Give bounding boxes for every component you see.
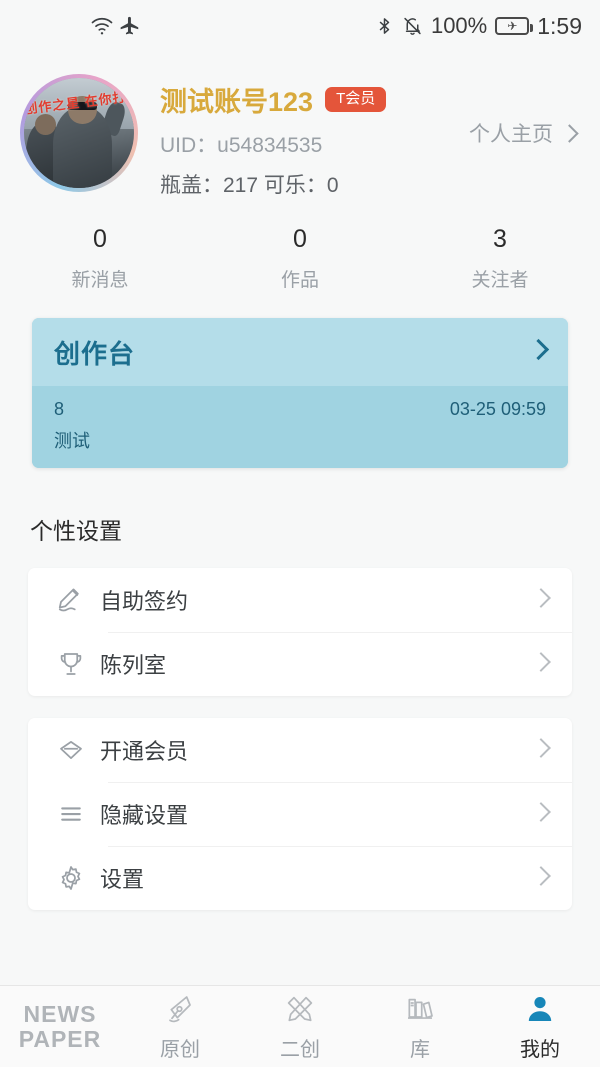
app-screen: 100% ✈ 1:59 创作之星 在你打王牌 测试账号123 T会员 UID：u… — [0, 0, 600, 1067]
stat-value: 0 — [93, 225, 107, 253]
creation-card-header: 创作台 — [32, 318, 568, 386]
tab-secondary-creation[interactable]: 二创 — [240, 992, 360, 1062]
coins-label: 瓶盖：217 可乐：0 — [160, 174, 339, 197]
personal-homepage-label: 个人主页 — [469, 123, 553, 146]
chevron-right-icon — [531, 865, 551, 888]
stat-works[interactable]: 0 作品 — [200, 225, 400, 292]
avatar[interactable]: 创作之星 在你打王牌 — [20, 74, 138, 192]
chevron-right-icon — [527, 338, 550, 361]
creation-card-title: 创作台 — [54, 338, 136, 369]
tab-label: 我的 — [520, 1038, 560, 1061]
app-logo: NEWS PAPER — [0, 1002, 120, 1050]
creation-card-body: 8 测试 03-25 09:59 — [32, 386, 568, 468]
person-icon — [524, 992, 556, 1026]
tab-label: 原创 — [160, 1038, 200, 1061]
chevron-right-icon — [531, 737, 551, 760]
pen-nib-icon — [164, 992, 196, 1026]
stat-value: 3 — [493, 225, 507, 253]
creation-card-zone: 创作台 8 测试 03-25 09:59 — [0, 318, 600, 468]
settings-group-2: 开通会员 隐藏设置 设置 — [28, 718, 572, 910]
app-logo-line1: NEWS — [23, 1001, 97, 1028]
chevron-right-icon — [531, 587, 551, 610]
bluetooth-icon — [375, 15, 394, 37]
stat-new-messages[interactable]: 0 新消息 — [0, 225, 200, 292]
settings-section-title: 个性设置 — [30, 518, 122, 544]
menu-item-label: 设置 — [100, 867, 145, 892]
stat-label: 新消息 — [71, 270, 129, 291]
tab-library[interactable]: 库 — [360, 992, 480, 1062]
avatar-image: 创作之星 在你打王牌 — [24, 78, 134, 188]
menu-item-self-signing[interactable]: 自助签约 — [28, 568, 572, 632]
status-clock: 1:59 — [537, 12, 582, 39]
signature-pen-icon — [56, 585, 100, 615]
profile-header: 创作之星 在你打王牌 测试账号123 T会员 UID：u54834535 瓶盖：… — [0, 52, 600, 205]
books-icon — [404, 992, 436, 1026]
status-bar: 100% ✈ 1:59 — [0, 0, 600, 52]
battery-charging-icon: ✈ — [495, 17, 534, 35]
app-logo-line2: PAPER — [18, 1025, 102, 1052]
tab-mine[interactable]: 我的 — [480, 992, 600, 1062]
settings-group-1: 自助签约 陈列室 — [28, 568, 572, 696]
tab-original[interactable]: 原创 — [120, 992, 240, 1062]
creation-card-count: 8 — [54, 399, 65, 419]
creation-studio-card[interactable]: 创作台 8 测试 03-25 09:59 — [32, 318, 568, 468]
menu-item-label: 自助签约 — [100, 589, 189, 614]
creation-card-date: 03-25 09:59 — [449, 399, 546, 419]
stat-label: 作品 — [280, 270, 319, 291]
crossed-pens-icon — [284, 992, 316, 1026]
creation-card-chevron[interactable] — [527, 338, 550, 362]
stat-followers[interactable]: 3 关注者 — [400, 225, 600, 292]
stat-label: 关注者 — [471, 270, 529, 291]
menu-item-label: 陈列室 — [100, 653, 167, 678]
wifi-icon — [90, 14, 114, 38]
uid-label: UID：u54834535 — [160, 134, 323, 157]
vip-badge[interactable]: T会员 — [325, 87, 387, 112]
chevron-right-icon — [560, 123, 579, 143]
menu-item-hidden-settings[interactable]: 隐藏设置 — [28, 782, 572, 846]
list-lines-icon — [56, 799, 100, 829]
scroll-content: 创作之星 在你打王牌 测试账号123 T会员 UID：u54834535 瓶盖：… — [0, 52, 600, 985]
menu-item-become-member[interactable]: 开通会员 — [28, 718, 572, 782]
battery-percent-label: 100% — [430, 13, 488, 38]
personal-homepage-link[interactable]: 个人主页 — [469, 118, 580, 148]
bell-muted-icon — [402, 15, 423, 37]
gear-icon — [56, 863, 100, 893]
tab-label: 库 — [410, 1038, 430, 1061]
chevron-right-icon — [531, 651, 551, 674]
airplane-mode-icon — [119, 15, 141, 37]
stats-row: 0 新消息 0 作品 3 关注者 — [0, 205, 600, 318]
menu-item-settings[interactable]: 设置 — [28, 846, 572, 910]
stat-value: 0 — [293, 225, 307, 253]
chevron-right-icon — [531, 801, 551, 824]
menu-item-label: 隐藏设置 — [100, 803, 189, 828]
username: 测试账号123 — [160, 87, 314, 117]
diamond-icon — [56, 735, 100, 765]
tab-label: 二创 — [280, 1038, 320, 1061]
menu-item-label: 开通会员 — [100, 739, 189, 764]
bottom-tab-bar: NEWS PAPER 原创 二创 库 我的 — [0, 985, 600, 1067]
creation-card-subtitle: 测试 — [54, 431, 90, 451]
menu-item-showroom[interactable]: 陈列室 — [28, 632, 572, 696]
trophy-icon — [56, 649, 100, 679]
